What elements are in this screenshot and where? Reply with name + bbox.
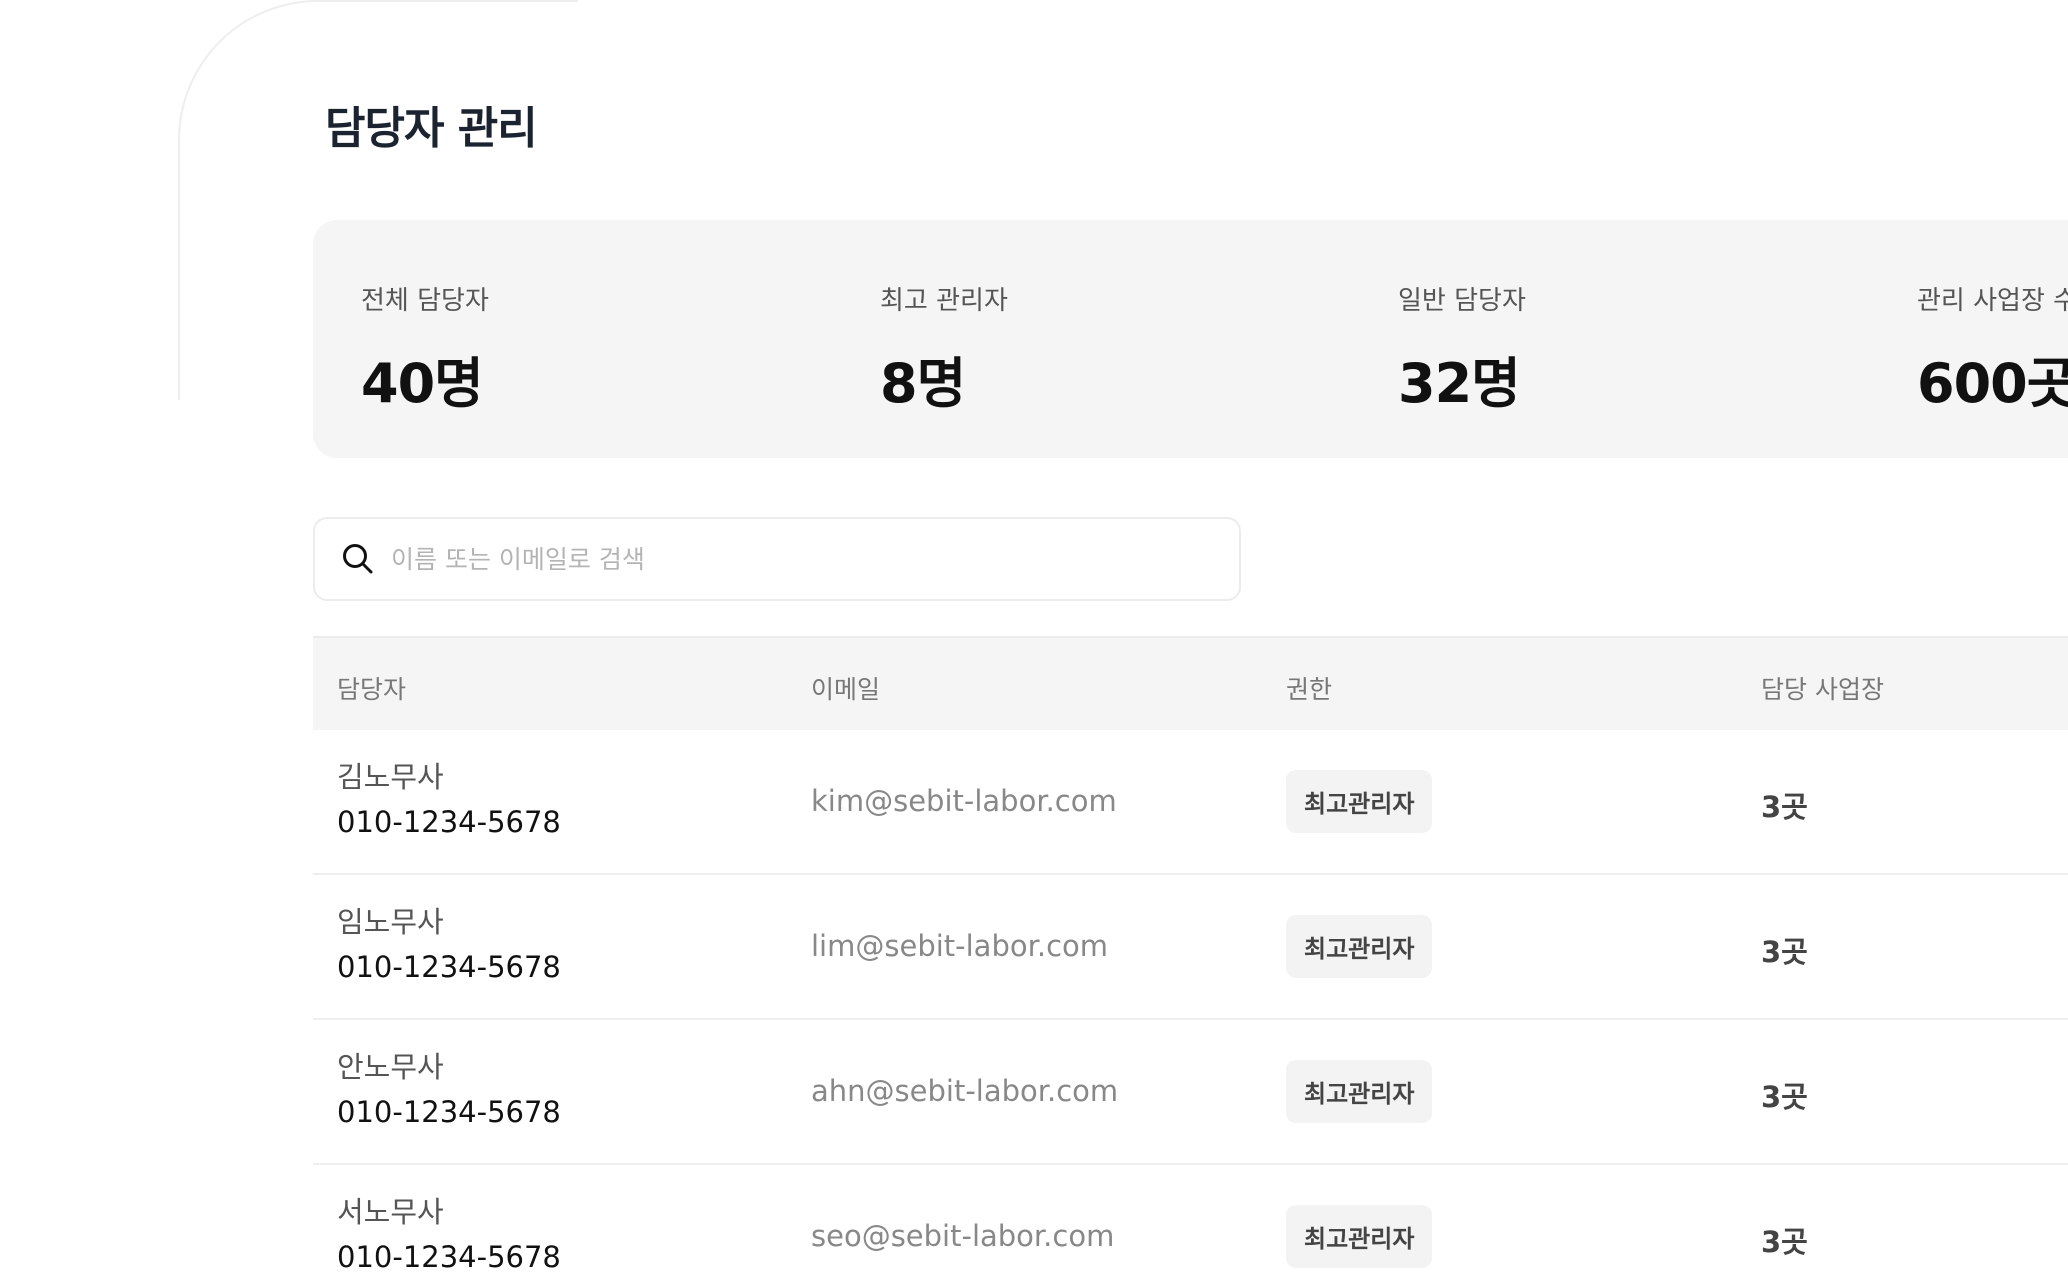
manager-name: 김노무사	[337, 760, 444, 794]
manager-management-page: 담당자 관리 전체 담당자 40명 최고 관리자 8명 일반 담당자 32명 관…	[0, 0, 2068, 1272]
stat-label: 관리 사업장 수	[1917, 286, 2068, 316]
role-badge: 최고관리자	[1286, 1060, 1433, 1123]
manager-email: seo@sebit-labor.com	[811, 1219, 1115, 1253]
manager-email: lim@sebit-labor.com	[811, 929, 1109, 963]
table-header: 담당자 이메일 권한 담당 사업장	[313, 636, 2068, 730]
stat-managed-sites: 관리 사업장 수 600곳	[1917, 280, 2068, 418]
manager-phone: 010-1234-5678	[337, 805, 561, 839]
stat-general-managers: 일반 담당자 32명	[1398, 280, 1526, 418]
manager-email: kim@sebit-labor.com	[811, 784, 1117, 818]
stat-super-admins: 최고 관리자 8명	[880, 280, 1008, 418]
stat-value: 600곳	[1917, 352, 2068, 415]
manager-name: 임노무사	[337, 905, 444, 939]
manager-phone: 010-1234-5678	[337, 1240, 561, 1272]
stat-label: 일반 담당자	[1398, 286, 1526, 316]
search-icon	[343, 544, 373, 574]
manager-email: ahn@sebit-labor.com	[811, 1074, 1119, 1108]
column-header-role: 권한	[1286, 675, 1333, 704]
stat-label: 전체 담당자	[361, 286, 489, 316]
column-header-email: 이메일	[811, 675, 881, 704]
role-badge: 최고관리자	[1286, 770, 1433, 833]
column-header-manager: 담당자	[337, 675, 407, 704]
manager-phone: 010-1234-5678	[337, 1095, 561, 1129]
table-row[interactable]: 김노무사 010-1234-5678 kim@sebit-labor.com 최…	[313, 730, 2068, 875]
manager-name: 안노무사	[337, 1050, 444, 1084]
table-row[interactable]: 임노무사 010-1234-5678 lim@sebit-labor.com 최…	[313, 875, 2068, 1020]
site-count: 3곳	[1761, 1080, 1808, 1114]
table-row[interactable]: 서노무사 010-1234-5678 seo@sebit-labor.com 최…	[313, 1165, 2068, 1272]
manager-name: 서노무사	[337, 1195, 444, 1229]
stat-total-managers: 전체 담당자 40명	[361, 280, 489, 418]
stat-value: 40명	[361, 352, 484, 415]
site-count: 3곳	[1761, 1225, 1808, 1259]
stat-value: 32명	[1398, 352, 1521, 415]
stat-value: 8명	[880, 352, 966, 415]
table-row[interactable]: 안노무사 010-1234-5678 ahn@sebit-labor.com 최…	[313, 1020, 2068, 1165]
site-count: 3곳	[1761, 935, 1808, 969]
column-header-sites: 담당 사업장	[1761, 675, 1884, 704]
search-box[interactable]	[313, 517, 1241, 601]
search-input[interactable]	[389, 543, 1213, 575]
managers-table: 담당자 이메일 권한 담당 사업장 김노무사 010-1234-5678 kim…	[313, 636, 2068, 1272]
manager-phone: 010-1234-5678	[337, 950, 561, 984]
stats-summary-card: 전체 담당자 40명 최고 관리자 8명 일반 담당자 32명 관리 사업장 수…	[313, 220, 2068, 458]
site-count: 3곳	[1761, 790, 1808, 824]
stat-label: 최고 관리자	[880, 286, 1008, 316]
role-badge: 최고관리자	[1286, 915, 1433, 978]
page-title: 담당자 관리	[325, 103, 538, 154]
role-badge: 최고관리자	[1286, 1205, 1433, 1268]
